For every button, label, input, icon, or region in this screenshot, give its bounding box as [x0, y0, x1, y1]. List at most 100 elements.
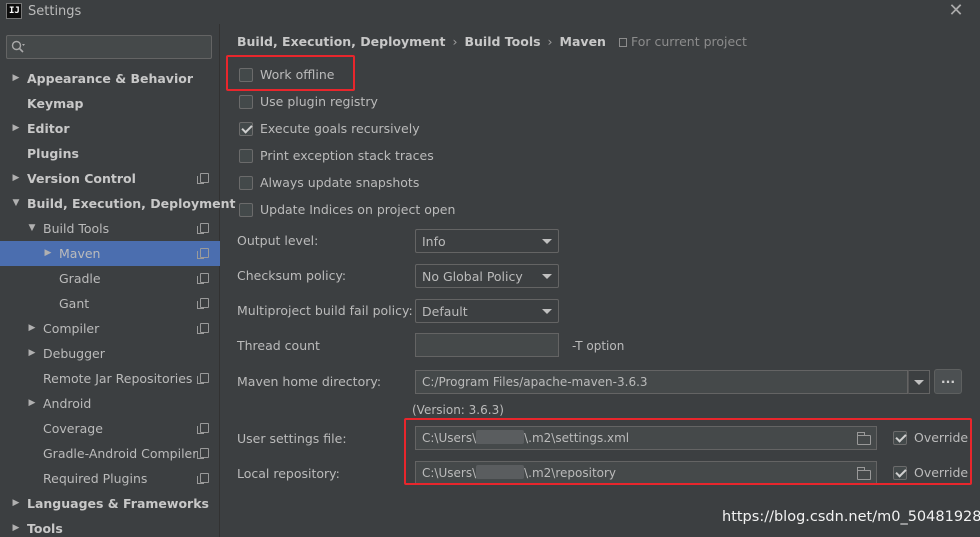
breadcrumb-item[interactable]: Build, Execution, Deployment	[237, 34, 445, 49]
chevron-down-icon	[542, 239, 552, 244]
breadcrumb-separator: ›	[547, 34, 553, 49]
browse-button[interactable]: ...	[934, 369, 962, 394]
folder-icon[interactable]	[857, 432, 871, 445]
checkbox-label: Execute goals recursively	[260, 121, 420, 136]
expand-arrow-icon[interactable]: ▶	[11, 116, 21, 141]
expand-arrow-icon[interactable]: ▶	[27, 391, 37, 416]
sidebar-item-editor[interactable]: ▶ Editor	[0, 116, 220, 141]
sidebar-item-label: Build, Execution, Deployment	[27, 196, 236, 211]
sidebar-item-label: Coverage	[43, 421, 103, 436]
sidebar-item-appearance-behavior[interactable]: ▶ Appearance & Behavior	[0, 66, 220, 91]
checkbox-label: Work offline	[260, 67, 335, 82]
checkbox-box[interactable]	[893, 466, 907, 480]
breadcrumb: Build, Execution, Deployment › Build Tools…	[237, 34, 606, 49]
user-settings-path-prefix: C:\Users\	[422, 431, 477, 445]
fail-policy-select[interactable]: Default	[415, 299, 559, 323]
search-icon	[11, 40, 25, 53]
project-scope-icon	[197, 298, 209, 309]
redacted-username	[476, 430, 525, 444]
sidebar-item-label: Languages & Frameworks	[27, 496, 209, 511]
checkbox-label: Update Indices on project open	[260, 202, 456, 217]
output-level-select[interactable]: Info	[415, 229, 559, 253]
sidebar-item-gant[interactable]: Gant	[0, 291, 220, 316]
sidebar-item-label: Gant	[59, 296, 90, 311]
project-scope-icon	[197, 248, 209, 259]
sidebar-item-label: Android	[43, 396, 92, 411]
sidebar-item-gradle-android-compiler[interactable]: Gradle-Android Compiler	[0, 441, 220, 466]
breadcrumb-item[interactable]: Build Tools	[464, 34, 540, 49]
chevron-down-icon	[542, 309, 552, 314]
maven-home-input[interactable]: C:/Program Files/apache-maven-3.6.3	[415, 370, 908, 394]
sidebar-item-label: Version Control	[27, 171, 136, 186]
checkbox-box[interactable]	[239, 95, 253, 109]
search-input[interactable]	[29, 38, 207, 56]
checkbox-label: Always update snapshots	[260, 175, 420, 190]
project-scope-icon	[619, 38, 627, 47]
sidebar-item-gradle[interactable]: Gradle	[0, 266, 220, 291]
thread-count-hint: -T option	[572, 339, 625, 353]
search-box[interactable]	[6, 35, 212, 59]
project-scope-icon	[197, 223, 209, 234]
sidebar-item-label: Maven	[59, 246, 101, 261]
checksum-policy-select[interactable]: No Global Policy	[415, 264, 559, 288]
expand-arrow-icon[interactable]: ▶	[11, 491, 21, 516]
sidebar-item-tools[interactable]: ▶ Tools	[0, 516, 220, 537]
sidebar-item-build-execution-deployment[interactable]: ▼ Build, Execution, Deployment	[0, 191, 236, 216]
project-scope-icon	[197, 423, 209, 434]
expand-arrow-icon[interactable]: ▶	[11, 516, 21, 537]
intellij-logo-icon: IJ	[6, 3, 22, 19]
sidebar-item-label: Editor	[27, 121, 70, 136]
chevron-down-icon	[542, 274, 552, 279]
checkbox-label: Use plugin registry	[260, 94, 378, 109]
sidebar-item-build-tools[interactable]: ▼ Build Tools	[0, 216, 220, 241]
checkbox-label: Override	[914, 430, 969, 445]
sidebar-item-debugger[interactable]: ▶ Debugger	[0, 341, 220, 366]
expand-arrow-icon[interactable]: ▶	[43, 241, 53, 266]
expand-arrow-icon[interactable]: ▶	[27, 341, 37, 366]
expand-arrow-icon[interactable]: ▶	[11, 66, 21, 91]
thread-count-input[interactable]	[415, 333, 559, 357]
window-title: Settings	[28, 4, 82, 19]
sidebar-item-label: Gradle-Android Compiler	[43, 446, 198, 461]
expand-arrow-icon[interactable]: ▶	[11, 166, 21, 191]
local-repository-path-suffix: \.m2\repository	[524, 466, 617, 480]
checkbox-box[interactable]	[239, 149, 253, 163]
collapse-arrow-icon[interactable]: ▼	[11, 191, 21, 216]
sidebar-item-label: Remote Jar Repositories	[43, 371, 193, 386]
user-settings-input[interactable]: C:\Users\ \.m2\settings.xml	[415, 426, 877, 450]
sidebar-item-version-control[interactable]: ▶ Version Control	[0, 166, 220, 191]
checkbox-box[interactable]	[893, 431, 907, 445]
sidebar-item-languages-frameworks[interactable]: ▶ Languages & Frameworks	[0, 491, 220, 516]
checkbox-box[interactable]	[239, 68, 253, 82]
breadcrumb-separator: ›	[452, 34, 458, 49]
project-scope-icon	[197, 448, 209, 459]
local-repository-label: Local repository:	[237, 466, 340, 481]
sidebar-item-compiler[interactable]: ▶ Compiler	[0, 316, 220, 341]
checkbox-box[interactable]	[239, 203, 253, 217]
sidebar-item-plugins[interactable]: Plugins	[0, 141, 220, 166]
sidebar-item-coverage[interactable]: Coverage	[0, 416, 220, 441]
maven-home-dropdown-button[interactable]	[908, 370, 930, 394]
sidebar-item-label: Plugins	[27, 146, 79, 161]
sidebar-item-required-plugins[interactable]: Required Plugins	[0, 466, 220, 491]
checksum-policy-label: Checksum policy:	[237, 268, 347, 283]
local-repository-input[interactable]: C:\Users\ \.m2\repository	[415, 461, 877, 485]
folder-icon[interactable]	[857, 467, 871, 480]
expand-arrow-icon[interactable]: ▶	[27, 316, 37, 341]
checkbox-box[interactable]	[239, 122, 253, 136]
sidebar-item-label: Build Tools	[43, 221, 110, 236]
sidebar-item-keymap[interactable]: Keymap	[0, 91, 220, 116]
output-level-label: Output level:	[237, 233, 319, 248]
sidebar-item-android[interactable]: ▶ Android	[0, 391, 220, 416]
collapse-arrow-icon[interactable]: ▼	[27, 216, 37, 241]
close-icon[interactable]: ✕	[946, 1, 966, 21]
sidebar-item-maven[interactable]: ▶ Maven	[0, 241, 220, 266]
settings-sidebar: ▶ Appearance & Behavior Keymap ▶ Editor …	[0, 24, 236, 537]
project-scope-icon	[197, 173, 209, 184]
project-scope-icon	[197, 473, 209, 484]
user-settings-label: User settings file:	[237, 431, 347, 446]
sidebar-item-remote-jar-repositories[interactable]: Remote Jar Repositories	[0, 366, 220, 391]
checkbox-box[interactable]	[239, 176, 253, 190]
project-scope-icon	[197, 273, 209, 284]
sidebar-item-label: Required Plugins	[43, 471, 148, 486]
